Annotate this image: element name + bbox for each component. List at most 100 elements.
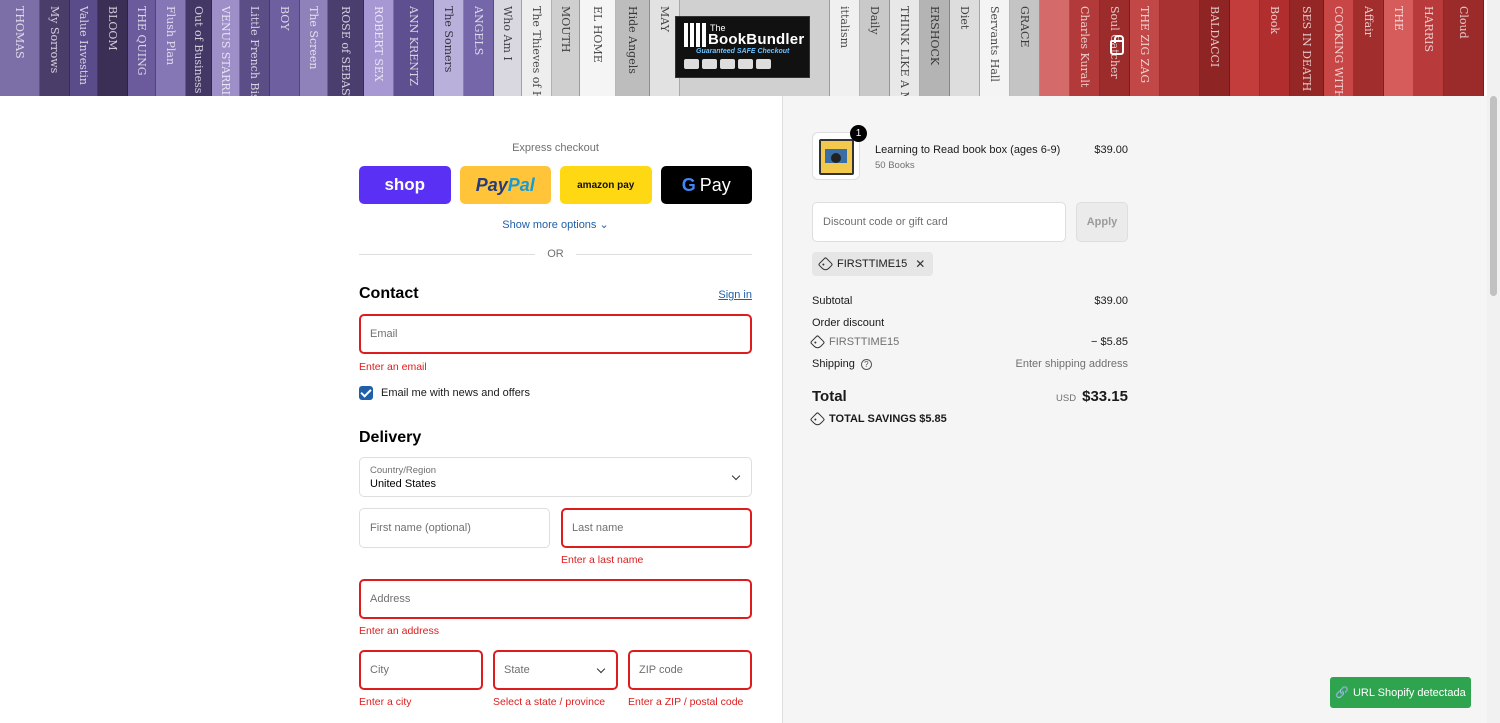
book-spine-title: Flush Plan bbox=[164, 6, 177, 66]
book-spine-title: Out of Business bbox=[192, 6, 205, 94]
book-spine-title: Daily bbox=[868, 6, 881, 35]
state-select[interactable]: State bbox=[493, 650, 618, 690]
book-spine: MOUTH bbox=[552, 0, 580, 96]
newsletter-option[interactable]: Email me with news and offers bbox=[359, 386, 530, 400]
close-icon[interactable]: ✕ bbox=[915, 257, 925, 271]
book-spine: Value Investin bbox=[70, 0, 98, 96]
total-savings: TOTAL SAVINGS $5.85 bbox=[809, 411, 947, 427]
book-spine-title: GRACE bbox=[1018, 6, 1031, 48]
book-spine: ROBERT SEX bbox=[364, 0, 394, 96]
page-scrollbar[interactable] bbox=[1487, 0, 1500, 723]
book-spine: ROSE of SEBASTOPOL bbox=[328, 0, 364, 96]
country-value: United States bbox=[370, 477, 437, 490]
amazon-pay-label: amazon pay bbox=[577, 179, 635, 191]
city-input[interactable]: City bbox=[359, 650, 483, 690]
google-g-icon: G bbox=[681, 174, 696, 195]
book-spine-title: THE bbox=[1392, 6, 1405, 31]
currency-code: USD bbox=[1056, 393, 1077, 404]
book-spine-title: ROSE of SEBASTOPOL bbox=[339, 6, 352, 96]
shopping-bag-icon[interactable] bbox=[1110, 35, 1124, 55]
book-spine: Out of Business bbox=[186, 0, 212, 96]
book-spine-title: COOKING WITH LOVE bbox=[1332, 6, 1345, 96]
store-logo[interactable]: The BookBundler Guaranteed SAFE Checkout bbox=[675, 16, 810, 78]
discount-amount: − $5.85 bbox=[1090, 336, 1128, 348]
book-spine: Cloud bbox=[1444, 0, 1484, 96]
email-input[interactable]: Email bbox=[359, 314, 752, 354]
book-spine-title: SES IN DEATH bbox=[1300, 6, 1313, 92]
zip-input[interactable]: ZIP code bbox=[628, 650, 752, 690]
tag-icon bbox=[809, 411, 826, 427]
google-pay-label: Pay bbox=[699, 174, 731, 195]
book-spine-title: My Sorrows bbox=[48, 6, 61, 74]
book-spine: BOY bbox=[270, 0, 300, 96]
shipping-label-text: Shipping bbox=[812, 358, 855, 370]
book-spine-title: The Screen bbox=[307, 6, 320, 70]
book-spine: THINK LIKE A MAN bbox=[890, 0, 920, 96]
first-name-input[interactable]: First name (optional) bbox=[359, 508, 550, 548]
first-name-placeholder: First name (optional) bbox=[370, 522, 471, 534]
book-spine-title: ERSHOCK bbox=[928, 6, 941, 66]
book-spine-title: Affair bbox=[1362, 6, 1375, 37]
logo-name: BookBundler bbox=[708, 31, 805, 48]
tag-icon bbox=[809, 334, 826, 350]
order-discount-label: Order discount bbox=[812, 317, 885, 329]
scrollbar-thumb[interactable] bbox=[1490, 96, 1497, 296]
product-variant: 50 Books bbox=[875, 160, 915, 171]
book-spine-title: The Thieves of Heaven bbox=[530, 6, 543, 96]
newsletter-checkbox[interactable] bbox=[359, 386, 373, 400]
shipping-value: Enter shipping address bbox=[1015, 358, 1128, 370]
paypal-button[interactable]: Pay Pal bbox=[459, 166, 551, 204]
address-input[interactable]: Address bbox=[359, 579, 752, 619]
book-spine-title: Hide Angels bbox=[626, 6, 639, 74]
help-icon[interactable]: ? bbox=[860, 358, 872, 370]
book-spine: Daily bbox=[860, 0, 890, 96]
show-more-options-link[interactable]: Show more options ⌄ bbox=[359, 218, 752, 231]
zip-placeholder: ZIP code bbox=[639, 664, 683, 676]
shop-pay-button[interactable]: shop bbox=[359, 166, 451, 204]
book-spine: Flush Plan bbox=[156, 0, 186, 96]
book-spine-title: Diet bbox=[958, 6, 971, 30]
discount-code-row: FIRSTTIME15 − $5.85 bbox=[809, 334, 1128, 350]
book-spine: The Screen bbox=[300, 0, 328, 96]
last-name-input[interactable]: Last name bbox=[561, 508, 752, 548]
address-error: Enter an address bbox=[359, 625, 439, 637]
total-label: Total bbox=[812, 388, 847, 405]
book-box-image bbox=[819, 139, 854, 175]
google-pay-button[interactable]: G Pay bbox=[660, 166, 752, 204]
amazon-pay-button[interactable]: amazon pay bbox=[560, 166, 652, 204]
last-name-error: Enter a last name bbox=[561, 554, 644, 566]
zip-error: Enter a ZIP / postal code bbox=[628, 696, 744, 708]
book-spine-title: ittalism bbox=[838, 6, 851, 49]
discount-code-input[interactable]: Discount code or gift card bbox=[812, 202, 1066, 242]
delivery-title: Delivery bbox=[359, 429, 422, 446]
book-spine: Little French Bistro bbox=[240, 0, 270, 96]
book-spine-title: BOY bbox=[278, 6, 291, 31]
city-placeholder: City bbox=[370, 664, 389, 676]
show-more-options-label: Show more options bbox=[502, 219, 597, 231]
logo-payment-badges bbox=[684, 59, 771, 69]
apply-discount-button[interactable]: Apply bbox=[1076, 202, 1128, 242]
country-select[interactable]: Country/Region United States bbox=[359, 457, 752, 497]
country-label: Country/Region bbox=[370, 464, 437, 476]
newsletter-label: Email me with news and offers bbox=[381, 387, 530, 399]
subtotal-row: Subtotal $39.00 bbox=[812, 295, 1128, 307]
book-spine-title: VENUS STARRING ONE bbox=[219, 6, 232, 96]
email-placeholder: Email bbox=[370, 328, 398, 340]
discount-placeholder: Discount code or gift card bbox=[823, 216, 948, 228]
book-spine: BLOOM bbox=[98, 0, 128, 96]
book-spine-title: The Somers bbox=[442, 6, 455, 73]
book-spine: Who Am I bbox=[494, 0, 522, 96]
total-value: USD $33.15 bbox=[1056, 388, 1128, 405]
checkout-form: Express checkout shop Pay Pal amazon pay … bbox=[359, 96, 752, 723]
book-spine: ERSHOCK bbox=[920, 0, 950, 96]
sign-in-link[interactable]: Sign in bbox=[718, 289, 752, 301]
book-spine: BALDACCI bbox=[1200, 0, 1230, 96]
book-spine: ANN KRENTZ bbox=[394, 0, 434, 96]
discount-code-label: FIRSTTIME15 bbox=[809, 334, 899, 350]
paypal-label-a: Pay bbox=[475, 174, 508, 195]
logo-tagline: Guaranteed SAFE Checkout bbox=[696, 48, 790, 55]
book-spine: Book bbox=[1260, 0, 1290, 96]
book-spine: VENUS STARRING ONE bbox=[212, 0, 240, 96]
total-row: Total USD $33.15 bbox=[812, 388, 1128, 405]
shopify-detected-button[interactable]: 🔗 URL Shopify detectada bbox=[1330, 677, 1471, 708]
